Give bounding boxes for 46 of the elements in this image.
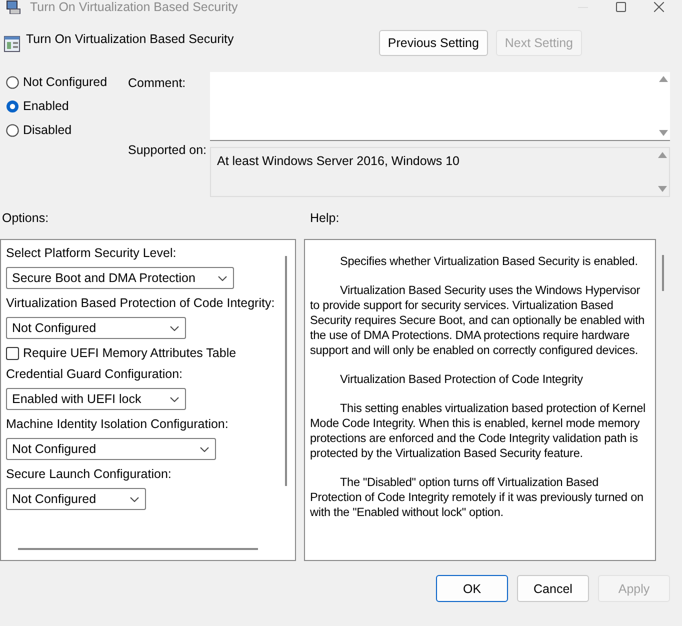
previous-setting-button[interactable]: Previous Setting <box>378 30 488 56</box>
supported-on-label: Supported on: <box>128 143 208 157</box>
policy-setting-icon <box>4 36 20 52</box>
option-checkbox[interactable]: Require UEFI Memory Attributes Table <box>6 346 236 360</box>
option-dropdown[interactable]: Secure Boot and DMA Protection <box>6 267 234 289</box>
state-radio-button[interactable]: Disabled <box>6 123 72 137</box>
option-dropdown[interactable]: Not Configured <box>6 317 186 339</box>
chevron-down-icon <box>200 446 209 452</box>
ok-button[interactable]: OK <box>436 575 508 602</box>
scroll-up-icon[interactable] <box>658 76 668 82</box>
close-icon[interactable] <box>654 2 664 12</box>
scroll-down-icon[interactable] <box>658 130 668 136</box>
scroll-up-icon[interactable] <box>658 152 666 158</box>
state-radio-button[interactable]: Enabled <box>6 99 69 113</box>
option-label: Machine Identity Isolation Configuration: <box>6 417 228 431</box>
help-paragraph: Specifies whether Virtualization Based Security is enabled. <box>339 254 639 269</box>
help-paragraph: This setting enables virtualization based protection of Kernel Mode Code Integrity. When this is enabled, kernel mode memory protections are enforced and the Code Integrity validation path is protected by the Virtualization Based Security feature. <box>310 401 646 461</box>
supported-on-text: At least Windows Server 2016, Windows 10 <box>216 153 460 170</box>
scrollbar-thumb[interactable] <box>662 255 664 291</box>
scroll-down-icon[interactable] <box>658 186 666 192</box>
cancel-button[interactable]: Cancel <box>517 575 589 602</box>
scrollbar-thumb[interactable] <box>285 256 287 486</box>
chevron-down-icon <box>218 276 227 280</box>
policy-app-icon <box>6 0 22 14</box>
option-dropdown[interactable]: Enabled with UEFI lock <box>6 388 186 410</box>
option-label: Secure Launch Configuration: <box>6 467 172 481</box>
options-label: Options: <box>1 211 50 227</box>
option-dropdown[interactable]: Not Configured <box>6 488 146 510</box>
maximize-icon[interactable] <box>616 2 626 12</box>
help-label: Help: <box>310 211 340 227</box>
option-label: Select Platform Security Level: <box>6 246 176 260</box>
window-title: Turn On Virtualization Based Security <box>30 0 238 14</box>
help-paragraph: Virtualization Based Protection of Code Integrity <box>339 372 584 387</box>
chevron-down-icon <box>170 326 179 330</box>
help-paragraph: The "Disabled" option turns off Virtualization Based Protection of Code Integrity remotely if it was previously turned on with the "Enabled without lock" option. <box>310 475 644 520</box>
option-label: Credential Guard Configuration: <box>6 367 182 381</box>
option-label: Virtualization Based Protection of Code Integrity: <box>6 296 275 310</box>
setting-title: Turn On Virtualization Based Security <box>26 32 234 46</box>
chevron-down-icon <box>170 396 179 402</box>
state-radio-button[interactable]: Not Configured <box>6 75 108 89</box>
chevron-down-icon <box>130 496 139 502</box>
comment-label: Comment: <box>128 76 187 90</box>
scrollbar-thumb[interactable] <box>18 548 258 550</box>
comment-field[interactable] <box>210 72 670 141</box>
help-paragraph: Virtualization Based Security uses the Windows Hypervisor to provide support for security services. Virtualization Based Security requires Secure Boot, and can optionally be enabled with the use of DMA Protections. DMA protections require hardware support and will only be enabled on correctly configured devices. <box>310 283 646 358</box>
option-dropdown[interactable]: Not Configured <box>6 438 216 460</box>
